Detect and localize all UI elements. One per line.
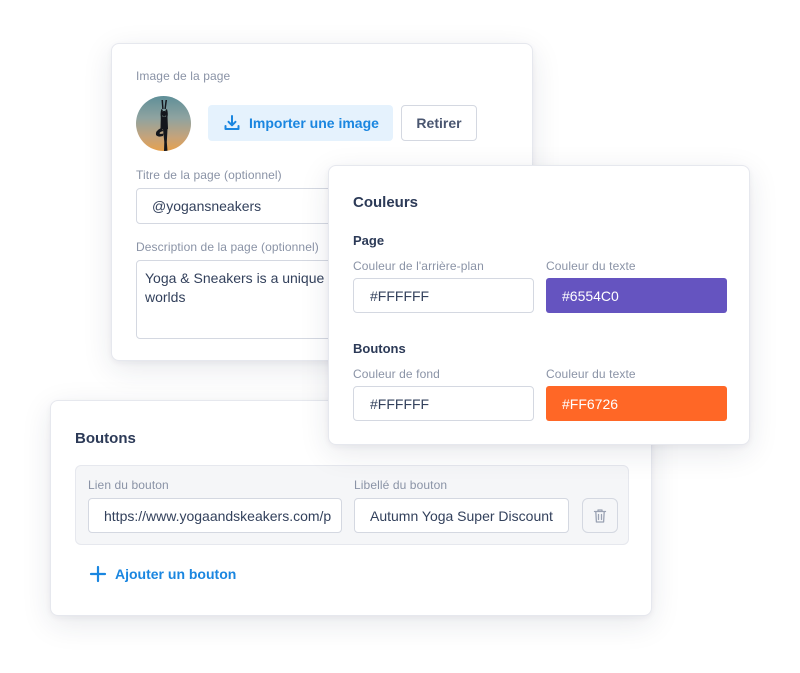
trash-icon <box>593 508 607 523</box>
button-label-label: Libellé du bouton <box>354 478 448 492</box>
button-text-color-input[interactable]: #FF6726 <box>546 386 727 421</box>
page-title-label: Titre de la page (optionnel) <box>136 168 282 182</box>
colors-card: Couleurs Page Couleur de l'arrière-plan … <box>328 165 750 445</box>
add-button-link[interactable]: Ajouter un bouton <box>89 565 236 583</box>
buttons-title: Boutons <box>75 430 136 447</box>
add-button-label: Ajouter un bouton <box>115 566 237 582</box>
button-text-color-label: Couleur du texte <box>546 367 636 381</box>
import-image-label: Importer une image <box>249 115 379 131</box>
page-description-label: Description de la page (optionnel) <box>136 240 319 254</box>
import-image-button[interactable]: Importer une image <box>208 105 393 141</box>
yoga-silhouette-icon <box>155 100 168 151</box>
button-link-input[interactable]: https://www.yogaandskeakers.com/p <box>88 498 342 533</box>
page-image-avatar <box>136 96 191 151</box>
plus-icon <box>89 565 107 583</box>
image-label: Image de la page <box>136 69 231 83</box>
page-background-color-input[interactable]: #FFFFFF <box>353 278 534 313</box>
button-label-input[interactable]: Autumn Yoga Super Discount <box>354 498 569 533</box>
delete-button[interactable] <box>582 498 618 533</box>
button-colors-heading: Boutons <box>353 341 406 356</box>
download-icon <box>224 115 240 130</box>
page-text-color-label: Couleur du texte <box>546 259 636 273</box>
button-background-color-label: Couleur de fond <box>353 367 440 381</box>
remove-image-button[interactable]: Retirer <box>401 105 477 141</box>
button-background-color-input[interactable]: #FFFFFF <box>353 386 534 421</box>
page-colors-heading: Page <box>353 233 385 248</box>
page-background-color-label: Couleur de l'arrière-plan <box>353 259 484 273</box>
page-text-color-input[interactable]: #6554C0 <box>546 278 727 313</box>
colors-title: Couleurs <box>353 194 419 211</box>
button-row: Lien du bouton https://www.yogaandskeake… <box>75 465 629 545</box>
button-link-label: Lien du bouton <box>88 478 169 492</box>
